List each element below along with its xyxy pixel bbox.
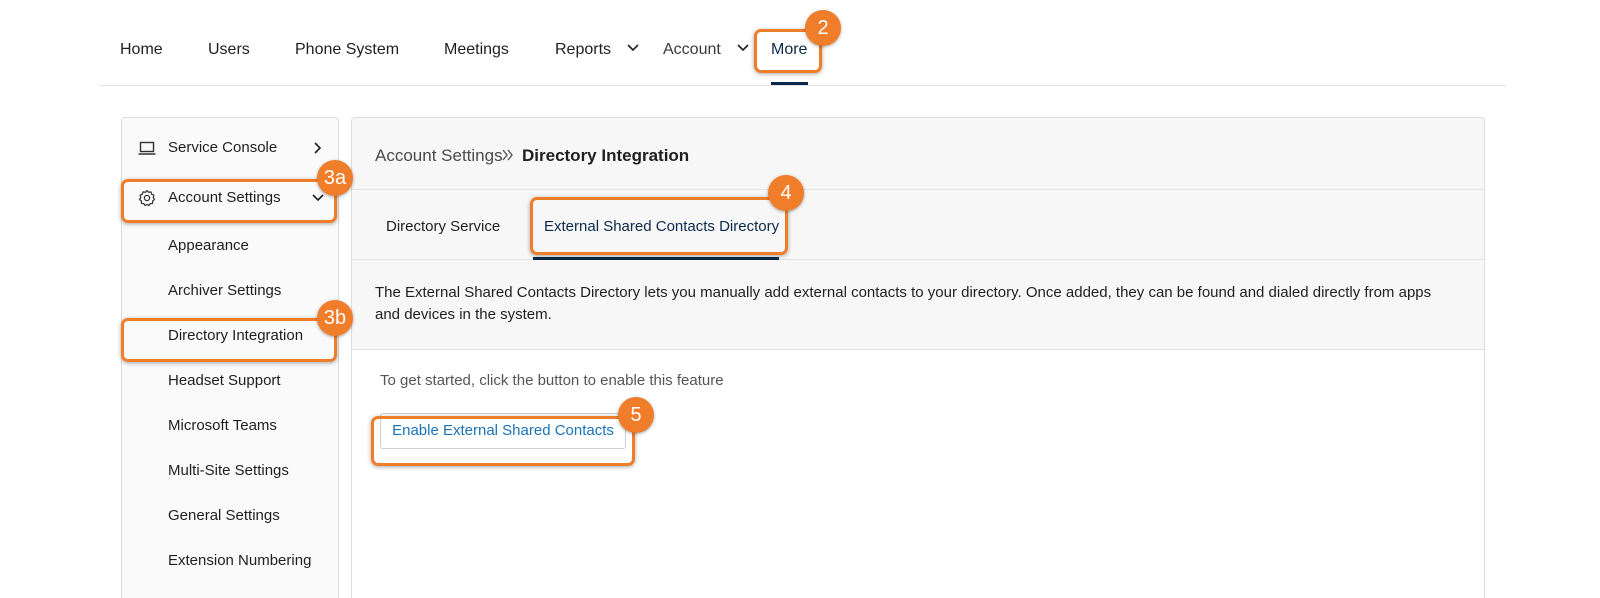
step-marker-4: 4 [768,175,804,211]
sidebar-subitem-microsoft-teams[interactable]: Microsoft Teams [168,416,277,436]
step-marker-3b: 3b [317,300,353,336]
nav-home[interactable]: Home [120,40,163,60]
tab-directory-service[interactable]: Directory Service [386,217,500,237]
highlight-external-tab [530,197,788,255]
breadcrumb-parent[interactable]: Account Settings [375,146,503,166]
sidebar-subitem-appearance[interactable]: Appearance [168,236,249,256]
laptop-icon [138,141,156,155]
highlight-directory-integration [121,318,337,362]
breadcrumb-current: Directory Integration [522,146,690,165]
step-marker-2: 2 [805,10,841,46]
highlight-account-settings [121,179,337,223]
sidebar-subitem-multi-site-settings[interactable]: Multi-Site Settings [168,461,289,481]
nav-phone-system[interactable]: Phone System [295,40,399,60]
step-marker-5: 5 [618,397,654,433]
sidebar-subitem-extension-numbering[interactable]: Extension Numbering [168,551,311,571]
nav-users[interactable]: Users [208,40,250,60]
get-started-hint: To get started, click the button to enab… [380,372,724,389]
chevron-down-icon [627,44,640,52]
sidebar-item-service-console[interactable]: Service Console [122,134,338,162]
breadcrumb: Account Settings Directory Integration [352,118,1484,190]
nav-account[interactable]: Account [663,40,749,60]
highlight-enable-button [371,416,635,466]
nav-meetings[interactable]: Meetings [444,40,509,60]
chevron-down-icon [737,44,749,52]
sidebar-subitem-general-settings[interactable]: General Settings [168,506,280,526]
main-panel: Account Settings Directory Integration D… [351,117,1485,598]
chevron-right-icon [314,142,322,154]
nav-reports[interactable]: Reports [555,40,640,60]
nav-active-indicator [771,82,808,85]
step-marker-3a: 3a [317,160,353,196]
nav-account-label: Account [663,41,721,58]
tab-bar: Directory Service External Shared Contac… [352,190,1484,260]
description-section: The External Shared Contacts Directory l… [352,260,1484,350]
sidebar-subitem-archiver-settings[interactable]: Archiver Settings [168,281,281,301]
feature-description: The External Shared Contacts Directory l… [375,284,1432,323]
nav-reports-label: Reports [555,41,612,58]
sidebar-subitem-headset-support[interactable]: Headset Support [168,371,281,391]
sidebar-item-label: Service Console [168,139,278,156]
double-chevron-right-icon [502,149,513,161]
